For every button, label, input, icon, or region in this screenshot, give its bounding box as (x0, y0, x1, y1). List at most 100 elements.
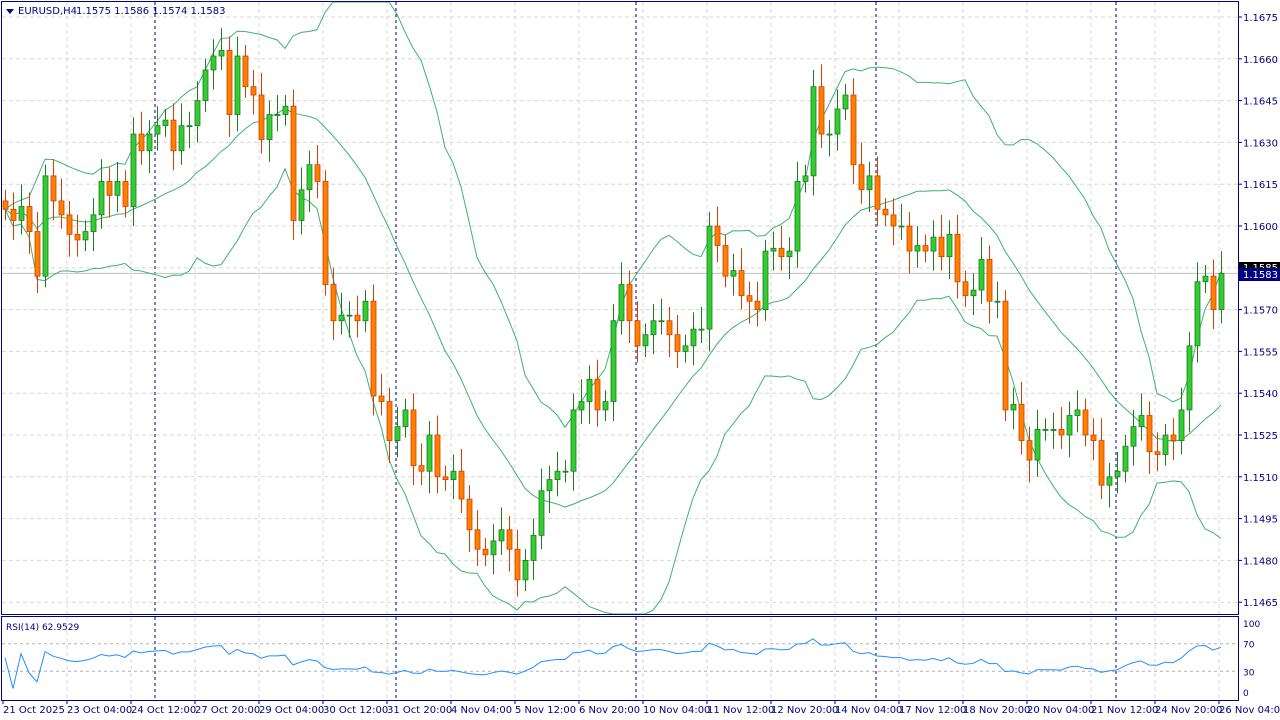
bull-candle (202, 69, 209, 101)
ohlc-readout: 1.1575 1.1586 1.1574 1.1583 (76, 6, 226, 17)
rsi-level-label: 100 (1243, 620, 1260, 630)
bull-candle (1122, 445, 1129, 472)
time-label: 12 Nov 20:00 (771, 705, 838, 716)
chart-canvas[interactable]: 10070300 1.16751.16601.16451.16301.16151… (0, 0, 1280, 720)
time-label: 20 Nov 04:00 (1027, 705, 1094, 716)
bear-candle (2, 200, 9, 210)
bull-candle (1114, 470, 1121, 478)
bull-candle (610, 320, 617, 402)
rsi-level-label: 30 (1243, 668, 1255, 678)
bull-candle (930, 236, 937, 252)
bull-candle (706, 225, 713, 330)
rsi-level-label: 70 (1243, 641, 1255, 651)
bear-candle (66, 214, 73, 235)
bull-candle (210, 55, 217, 71)
bull-candle (298, 189, 305, 221)
bear-candle (962, 281, 969, 297)
bull-candle (530, 534, 537, 561)
time-label: 21 Oct 2025 (3, 705, 65, 716)
grid (2, 2, 1238, 700)
bear-candle (378, 395, 385, 402)
bull-candle (554, 470, 561, 480)
bear-candle (1210, 275, 1217, 311)
bull-candle (1106, 476, 1113, 486)
bull-candle (978, 259, 985, 291)
bull-candle (218, 50, 225, 57)
bear-candle (890, 214, 897, 227)
symbol-label: EURUSD,H4 (18, 6, 77, 17)
time-label: 23 Oct 04:00 (67, 705, 132, 716)
bear-candle (626, 284, 633, 322)
time-label: 26 Nov 04:00 (1219, 705, 1280, 716)
rsi-title: RSI(14) 62.9529 (6, 623, 79, 633)
rsi-line (4, 638, 1222, 689)
bull-candle (186, 125, 193, 128)
time-label: 11 Nov 12:00 (707, 705, 774, 716)
bull-candle (1130, 426, 1137, 447)
bull-candle (18, 206, 25, 221)
bull-candle (154, 125, 161, 135)
bull-candle (362, 300, 369, 322)
bull-candle (770, 247, 777, 252)
bear-candle (410, 409, 417, 467)
bull-candle (306, 164, 313, 191)
time-label: 18 Nov 20:00 (963, 705, 1030, 716)
price-label: 1.1570 (1243, 306, 1278, 317)
bull-candle (762, 250, 769, 311)
bear-candle (442, 476, 449, 480)
bull-candle (586, 378, 593, 402)
bull-candle (90, 214, 97, 232)
bull-candle (730, 270, 737, 277)
rsi-frame (1, 616, 1239, 701)
bear-candle (1058, 429, 1065, 436)
bear-candle (754, 300, 761, 310)
bear-candle (954, 233, 961, 283)
bull-candle (698, 328, 705, 331)
bull-candle (786, 250, 793, 258)
price-label: 1.1600 (1243, 222, 1278, 233)
bear-candle (674, 334, 681, 352)
bear-candle (106, 181, 113, 196)
bear-candle (1170, 434, 1177, 441)
bull-candle (898, 225, 905, 228)
bear-candle (818, 86, 825, 135)
bull-candle (946, 233, 953, 258)
price-label: 1.1495 (1243, 515, 1278, 526)
bear-candle (26, 206, 33, 232)
time-label: 10 Nov 04:00 (643, 705, 710, 716)
bull-candle (1066, 415, 1073, 436)
bull-candle (1194, 281, 1201, 347)
price-label: 1.1675 (1243, 13, 1278, 24)
bull-candle (1186, 345, 1193, 411)
bear-candle (1098, 440, 1105, 486)
bear-candle (458, 470, 465, 500)
bear-candle (738, 270, 745, 297)
bear-candle (1146, 415, 1153, 453)
bull-candle (1074, 409, 1081, 416)
bear-candle (122, 181, 129, 207)
bull-candle (1010, 403, 1017, 411)
dropdown-triangle-icon[interactable] (6, 9, 14, 14)
bull-candle (178, 125, 185, 152)
bull-candle (546, 479, 553, 492)
bull-candle (98, 181, 105, 216)
bear-candle (1002, 300, 1009, 411)
bull-candle (266, 114, 273, 141)
time-label: 5 Nov 12:00 (515, 705, 576, 716)
bear-candle (138, 133, 145, 152)
price-label: 1.1465 (1243, 598, 1278, 609)
bear-candle (1026, 440, 1033, 461)
bear-candle (874, 175, 881, 210)
time-axis: 21 Oct 2025 23 Oct 04:0024 Oct 12:0027 Oc… (2, 700, 1280, 716)
bull-candle (658, 320, 665, 323)
bull-candle (810, 86, 817, 177)
bull-candle (602, 401, 609, 411)
bull-candle (618, 284, 625, 322)
price-label: 1.1615 (1243, 180, 1278, 191)
bull-candle (1138, 415, 1145, 428)
bear-candle (634, 320, 641, 347)
bull-candle (42, 175, 49, 277)
bull-candle (970, 289, 977, 297)
time-label: 4 Nov 04:00 (451, 705, 512, 716)
price-label: 1.1540 (1243, 389, 1278, 400)
